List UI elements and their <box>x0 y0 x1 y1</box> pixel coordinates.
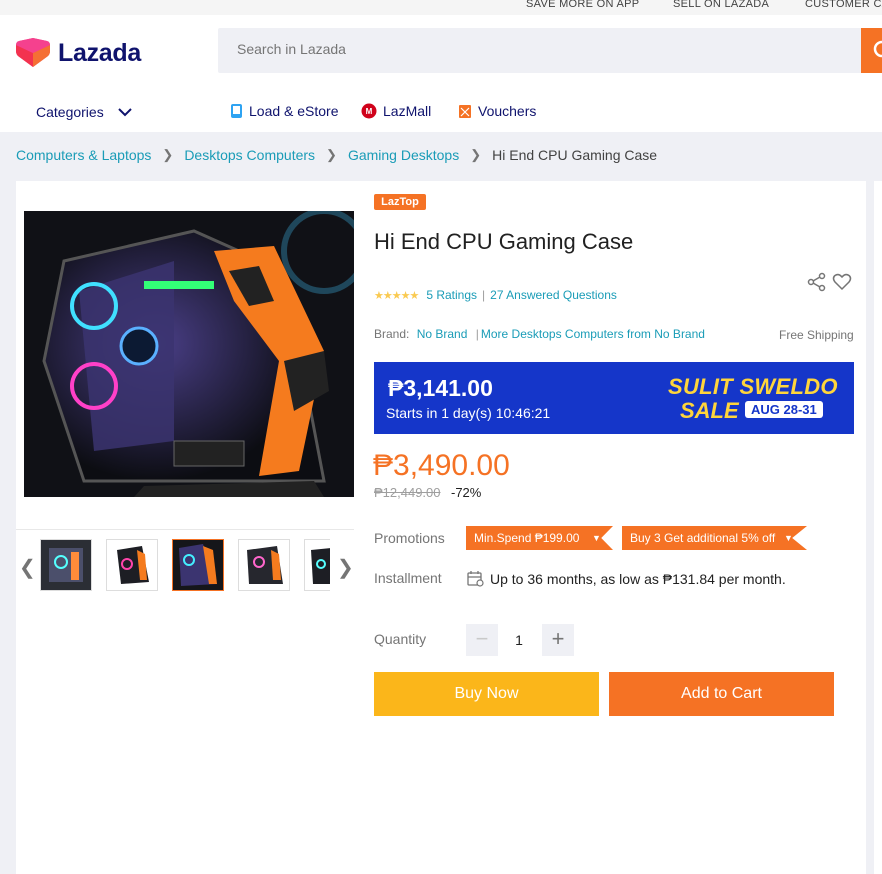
chevron-right-icon: ❯ <box>470 147 482 162</box>
breadcrumb-computers-laptops[interactable]: Computers & Laptops <box>16 147 151 163</box>
divider: | <box>482 288 486 302</box>
thumbnail-3-selected[interactable] <box>172 539 224 591</box>
sale-title-line1: SULIT SWELDO <box>668 374 838 399</box>
caret-down-icon: ▼ <box>592 533 601 543</box>
nav-lazmall[interactable]: M LazMall <box>361 103 431 119</box>
search-bar <box>218 28 863 73</box>
thumb-next-icon[interactable]: ❯ <box>337 555 354 580</box>
chevron-right-icon: ❯ <box>326 147 337 162</box>
nav-vouchers[interactable]: Vouchers <box>458 103 536 119</box>
free-shipping-label: Free Shipping <box>779 328 854 342</box>
categories-menu[interactable]: Categories <box>36 104 132 120</box>
quantity-decrease-button[interactable]: − <box>466 624 498 656</box>
more-from-brand-link[interactable]: More Desktops Computers from No Brand <box>481 327 705 341</box>
save-more-on-app-link[interactable]: SAVE MORE ON APP <box>526 0 639 10</box>
flash-sale-price: ₱3,141.00 <box>388 375 493 401</box>
promo-tag-text: Buy 3 Get additional 5% off <box>630 531 776 545</box>
lazada-logo[interactable]: Lazada <box>16 38 141 68</box>
promotions-label: Promotions <box>374 530 445 546</box>
categories-label: Categories <box>36 104 104 120</box>
thumbnail-1[interactable] <box>40 539 92 591</box>
thumbnail-divider <box>16 529 354 530</box>
current-price: ₱3,490.00 <box>373 449 510 482</box>
thumbnail-2[interactable] <box>106 539 158 591</box>
nav-vouchers-label: Vouchers <box>478 103 537 119</box>
calendar-icon <box>467 571 484 587</box>
discount-percent: -72% <box>451 485 482 500</box>
ratings-row: ★★★★★ 5 Ratings | 27 Answered Questions <box>374 288 617 302</box>
search-button[interactable] <box>861 28 882 73</box>
caret-down-icon: ▼ <box>784 533 793 543</box>
logo-text: Lazada <box>58 38 141 67</box>
add-to-cart-button[interactable]: Add to Cart <box>609 672 834 716</box>
promo-tag-min-spend[interactable]: Min.Spend ₱199.00 ▼ <box>466 526 613 550</box>
thumbnail-4[interactable] <box>238 539 290 591</box>
brand-label: Brand: <box>374 327 410 341</box>
promo-tag-buy-3[interactable]: Buy 3 Get additional 5% off ▼ <box>622 526 807 550</box>
quantity-label: Quantity <box>374 631 427 647</box>
thumbnail-image <box>107 540 157 590</box>
breadcrumb-gaming-desktops[interactable]: Gaming Desktops <box>348 147 459 163</box>
ratings-link[interactable]: 5 Ratings <box>426 288 477 302</box>
search-icon <box>873 40 882 58</box>
thumbnail-image <box>41 540 91 590</box>
brand-link[interactable]: No Brand <box>417 327 468 341</box>
thumbnail-image <box>173 540 223 590</box>
heart-icon[interactable] <box>832 272 852 297</box>
breadcrumb: Computers & Laptops ❯ Desktops Computers… <box>16 147 657 163</box>
lazmall-icon: M <box>361 103 377 119</box>
sale-dates-badge: AUG 28-31 <box>745 401 823 418</box>
thumbnail-image <box>239 540 289 590</box>
quantity-increase-button[interactable]: + <box>542 624 574 656</box>
chevron-right-icon: ❯ <box>162 147 174 162</box>
lazada-heart-icon <box>16 38 50 67</box>
product-title: Hi End CPU Gaming Case <box>374 229 634 254</box>
breadcrumb-current: Hi End CPU Gaming Case <box>492 147 658 163</box>
breadcrumb-desktops-computers[interactable]: Desktops Computers <box>184 147 315 163</box>
sale-title-line2: SALE <box>680 398 739 423</box>
nav-lazmall-label: LazMall <box>383 103 432 119</box>
side-panel-edge <box>874 181 882 874</box>
star-rating-icon: ★★★★★ <box>374 289 419 302</box>
share-icon[interactable] <box>807 272 827 297</box>
search-input[interactable] <box>237 41 737 57</box>
voucher-icon <box>459 105 471 118</box>
gaming-case-image <box>24 211 354 497</box>
wishlist-svg <box>832 273 852 291</box>
installment-text: Up to 36 months, as low as ₱131.84 per m… <box>490 570 786 587</box>
nav-load-estore-label: Load & eStore <box>249 103 339 119</box>
installment-info[interactable]: Up to 36 months, as low as ₱131.84 per m… <box>467 570 786 587</box>
nav-load-estore[interactable]: Load & eStore <box>230 103 339 119</box>
svg-text:M: M <box>366 107 373 116</box>
original-price: ₱12,449.00 <box>374 485 441 500</box>
thumb-prev-icon[interactable]: ❮ <box>19 555 36 580</box>
questions-link[interactable]: 27 Answered Questions <box>490 288 617 302</box>
promo-tag-text: Min.Spend ₱199.00 <box>474 531 580 545</box>
divider: | <box>475 327 479 341</box>
top-bar: SAVE MORE ON APP SELL ON LAZADA CUSTOMER… <box>0 0 882 15</box>
flash-sale-countdown: Starts in 1 day(s) 10:46:21 <box>386 405 551 421</box>
sell-on-lazada-link[interactable]: SELL ON LAZADA <box>673 0 769 10</box>
product-main-image[interactable] <box>24 211 354 497</box>
share-svg <box>807 272 826 292</box>
buy-now-button[interactable]: Buy Now <box>374 672 599 716</box>
chevron-down-icon <box>117 107 132 116</box>
installment-label: Installment <box>374 570 442 586</box>
quantity-value[interactable]: 1 <box>508 632 530 648</box>
brand-row: Brand: No Brand | More Desktops Computers… <box>374 327 705 341</box>
laztop-badge: LazTop <box>374 194 426 210</box>
thumbnail-5[interactable] <box>304 539 330 591</box>
header: Lazada Categories Load & eStore M LazMal… <box>0 15 882 132</box>
thumbnail-image <box>305 540 330 590</box>
customer-care-link[interactable]: CUSTOMER CA <box>805 0 882 10</box>
flash-sale-banner[interactable]: ₱3,141.00 Starts in 1 day(s) 10:46:21 SU… <box>374 362 854 434</box>
phone-icon <box>231 104 242 118</box>
